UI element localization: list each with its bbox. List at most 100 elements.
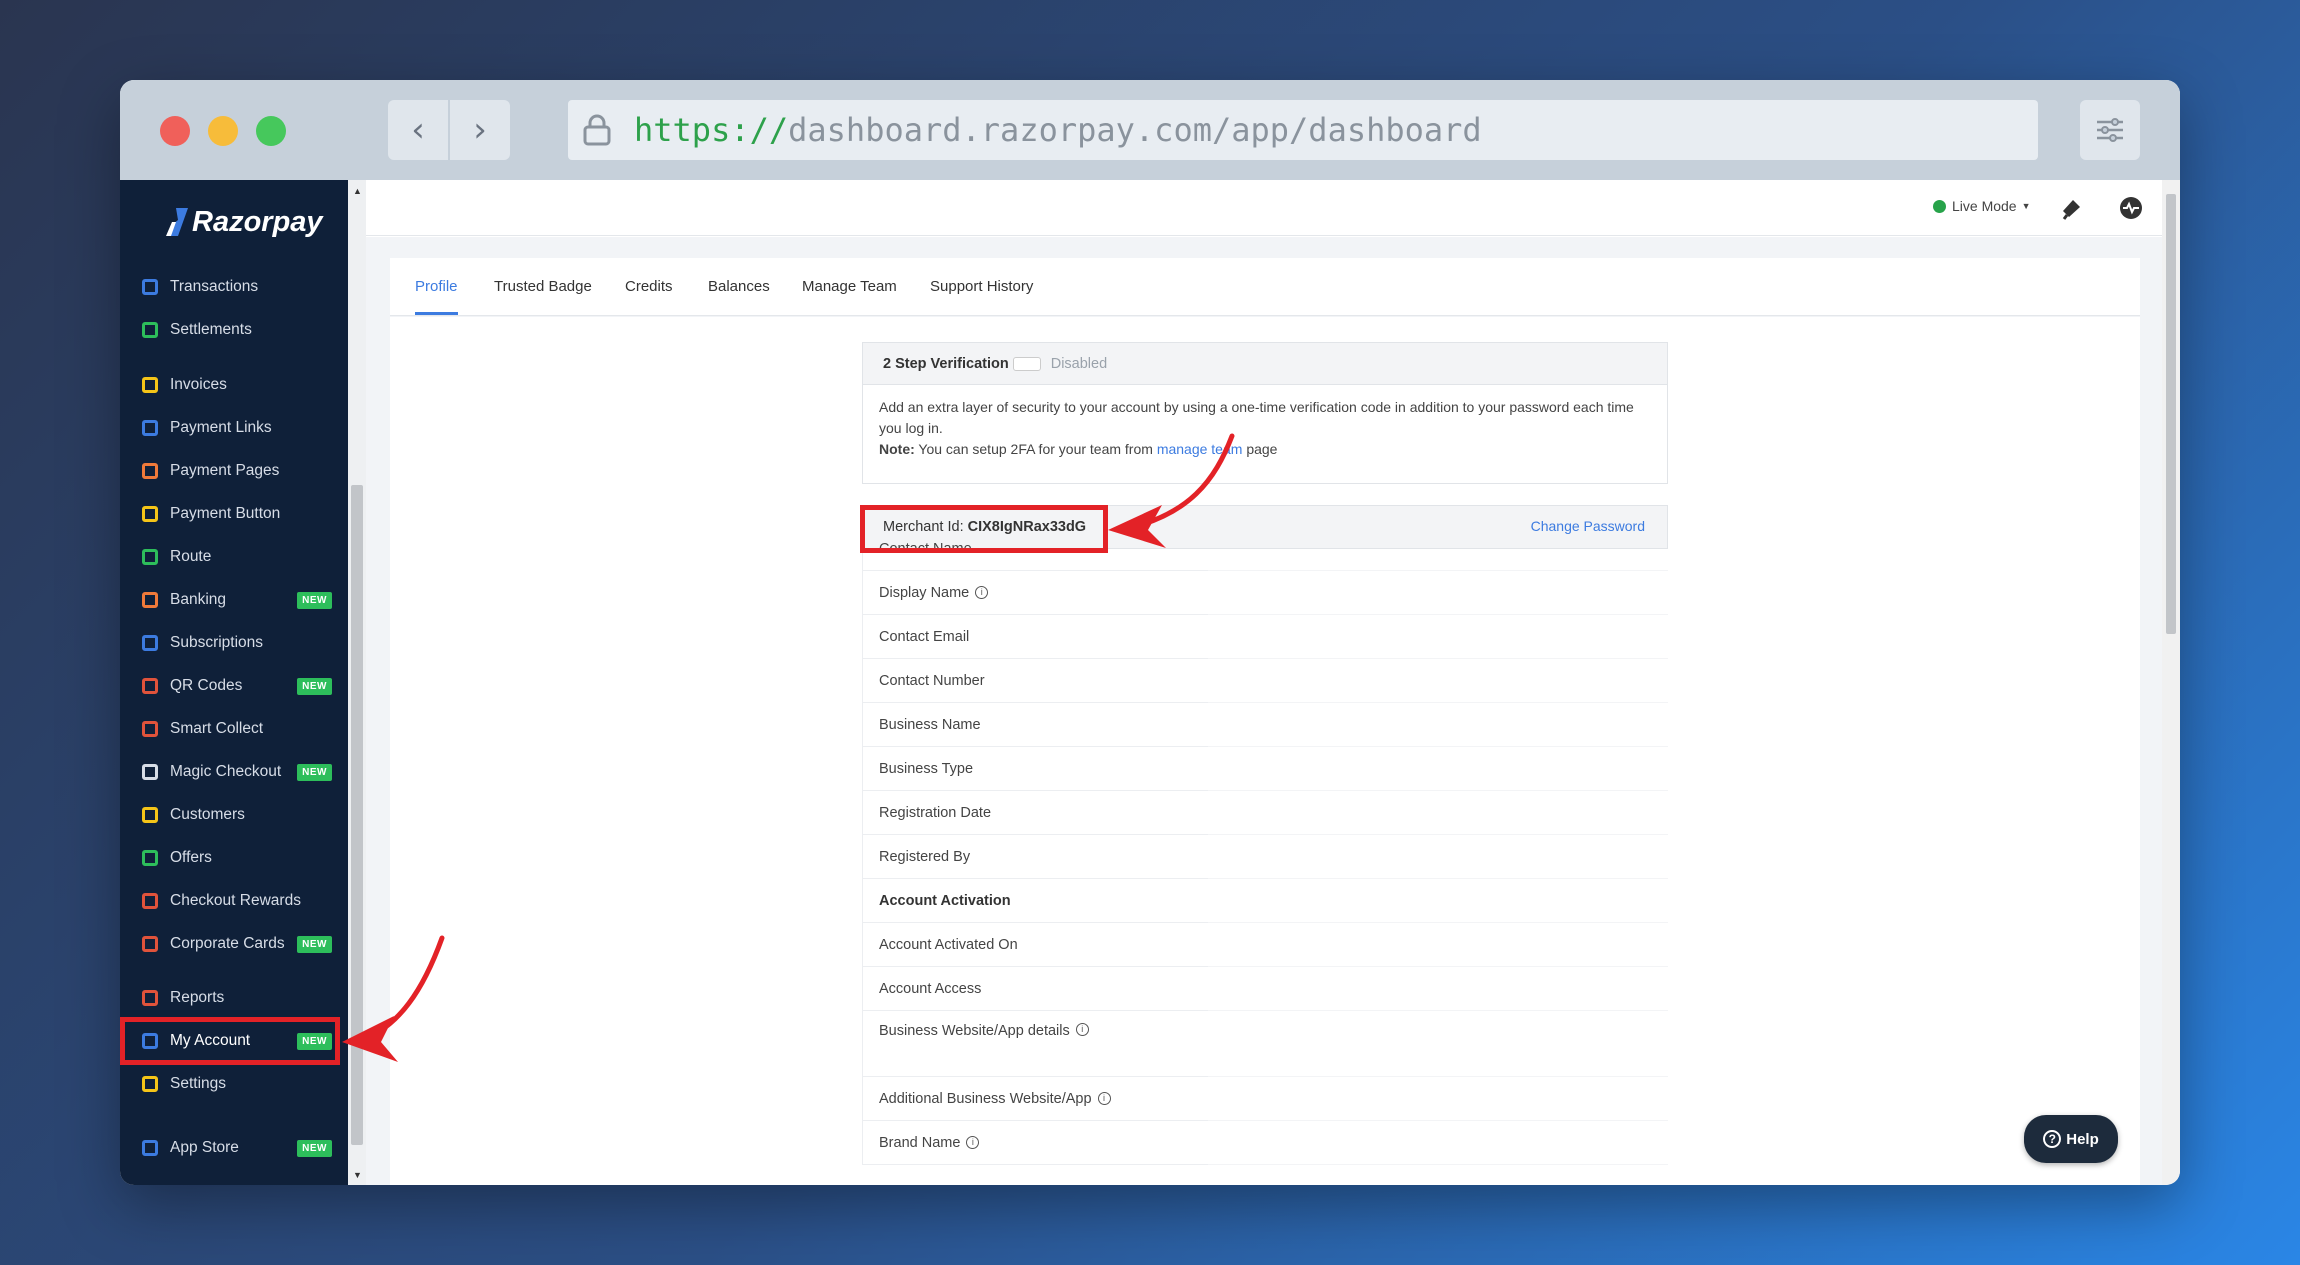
profile-row-brand-name: Brand Name i [862,1121,1208,1165]
two-step-toggle[interactable] [1012,356,1041,371]
brand-name: Razorpay [192,205,323,238]
banking-icon [142,592,158,608]
main-scroll-thumb[interactable] [2166,194,2176,634]
sidebar-item-settlements[interactable]: Settlements [120,313,348,347]
profile-row-divider [1208,966,1668,967]
sidebar-item-label: Invoices [170,376,227,393]
profile-row-divider [1208,1010,1668,1011]
profile-row-divider [1208,1076,1668,1077]
caret-down-icon: ▼ [2021,201,2031,211]
sidebar-item-settings[interactable]: Settings [120,1067,348,1101]
profile-row-registered-by: Registered By [862,835,1208,879]
settings-icon [142,1076,158,1092]
sidebar-item-payment-button[interactable]: Payment Button [120,497,348,531]
change-password-link[interactable]: Change Password [1531,518,1645,534]
magic-checkout-icon [142,764,158,780]
profile-row-label: Business Name [879,716,981,733]
sidebar-item-label: Route [170,548,212,565]
maximize-window-button[interactable] [256,116,286,146]
offers-icon [142,850,158,866]
sidebar-scrollbar[interactable]: ▲ ▼ [348,180,366,1185]
tab-balances[interactable]: Balances [708,278,770,295]
help-label: Help [2066,1130,2099,1148]
tab-trusted-badge[interactable]: Trusted Badge [494,278,592,295]
sidebar-item-label: Magic Checkout [170,763,282,780]
profile-row-account-activated-on: Account Activated On [862,923,1208,967]
tab-manage-team[interactable]: Manage Team [802,278,897,295]
profile-row-label: Additional Business Website/App [879,1090,1092,1107]
invoices-icon [142,377,158,393]
sidebar-item-label: Payment Pages [170,462,280,479]
new-badge: NEW [297,1139,332,1157]
profile-row-label: Contact Number [879,672,985,689]
profile-row-label: Business Type [879,760,974,777]
two-step-note: Note: You can setup 2FA for your team fr… [879,439,1651,460]
sidebar-item-label: Checkout Rewards [170,892,301,909]
profile-row-label: Display Name [879,584,970,601]
manage-team-link[interactable]: manage team [1157,441,1243,457]
sidebar-item-route[interactable]: Route [120,540,348,574]
profile-row-business-type: Business Type [862,747,1208,791]
sidebar-item-transactions[interactable]: Transactions [120,270,348,304]
profile-row-business-website-app-details: Business Website/App details i [862,1011,1208,1077]
main-scrollbar[interactable] [2162,180,2180,1185]
sidebar-item-invoices[interactable]: Invoices [120,368,348,402]
address-bar[interactable]: https://dashboard.razorpay.com/app/dashb… [568,100,2038,160]
sidebar-item-reports[interactable]: Reports [120,981,348,1015]
tab-support-history[interactable]: Support History [930,278,1033,295]
info-icon[interactable]: i [975,586,989,599]
browser-settings-button[interactable] [2080,100,2140,160]
sidebar-item-app-store[interactable]: App Store NEW [120,1131,348,1165]
profile-row-label: Brand Name [879,1134,961,1151]
sidebar-item-offers[interactable]: Offers [120,841,348,875]
forward-button[interactable]: › [450,100,510,160]
info-icon[interactable]: i [1075,1023,1089,1036]
sidebar-item-magic-checkout[interactable]: Magic Checkout NEW [120,755,348,789]
sidebar-item-payment-links[interactable]: Payment Links [120,411,348,445]
sidebar-item-label: Smart Collect [170,720,264,737]
back-button[interactable]: ‹ [388,100,448,160]
sidebar-item-banking[interactable]: Banking NEW [120,583,348,617]
close-window-button[interactable] [160,116,190,146]
question-icon: ? [2043,1130,2062,1148]
sidebar-item-corporate-cards[interactable]: Corporate Cards NEW [120,927,348,961]
merchant-id-highlight [860,505,1108,553]
sidebar-item-checkout-rewards[interactable]: Checkout Rewards [120,884,348,918]
sidebar-item-payment-pages[interactable]: Payment Pages [120,454,348,488]
help-button[interactable]: ? Help [2024,1115,2118,1163]
profile-row-contact-email: Contact Email [862,615,1208,659]
profile-row-divider [1208,658,1668,659]
scroll-down-icon[interactable]: ▼ [353,1170,362,1180]
sidebar-item-qr-codes[interactable]: QR Codes NEW [120,669,348,703]
info-icon[interactable]: i [966,1136,980,1149]
tab-profile[interactable]: Profile [415,278,458,315]
live-mode-label: Live Mode [1952,198,2017,214]
minimize-window-button[interactable] [208,116,238,146]
sidebar-scroll-thumb[interactable] [351,485,363,1145]
browser-chrome: ‹ › https://dashboard.razorpay.com/app/d… [120,80,2180,180]
sliders-icon [2097,118,2123,142]
profile-row-label: Registered By [879,848,971,865]
profile-row-registration-date: Registration Date [862,791,1208,835]
activity-icon[interactable] [2118,195,2144,221]
sidebar-item-customers[interactable]: Customers [120,798,348,832]
profile-row-account-activation: Account Activation [862,879,1208,923]
sidebar-item-label: Banking [170,591,227,608]
sidebar-item-subscriptions[interactable]: Subscriptions [120,626,348,660]
profile-row-divider [1208,922,1668,923]
tab-credits[interactable]: Credits [625,278,673,295]
settlements-icon [142,322,158,338]
new-badge: NEW [297,677,332,695]
live-mode-dropdown[interactable]: Live Mode ▼ [1933,198,2031,214]
reports-icon [142,990,158,1006]
announcement-icon[interactable] [2059,195,2085,221]
info-icon[interactable]: i [1097,1092,1111,1105]
scroll-up-icon[interactable]: ▲ [353,186,362,196]
razorpay-logo[interactable]: Razorpay [166,202,326,242]
sidebar-item-smart-collect[interactable]: Smart Collect [120,712,348,746]
profile-row-divider [1208,878,1668,879]
profile-row-label: Contact Email [879,628,970,645]
checkout-rewards-icon [142,893,158,909]
profile-row-additional-business-website-app: Additional Business Website/App i [862,1077,1208,1121]
note-text: You can setup 2FA for your team from [918,441,1153,457]
